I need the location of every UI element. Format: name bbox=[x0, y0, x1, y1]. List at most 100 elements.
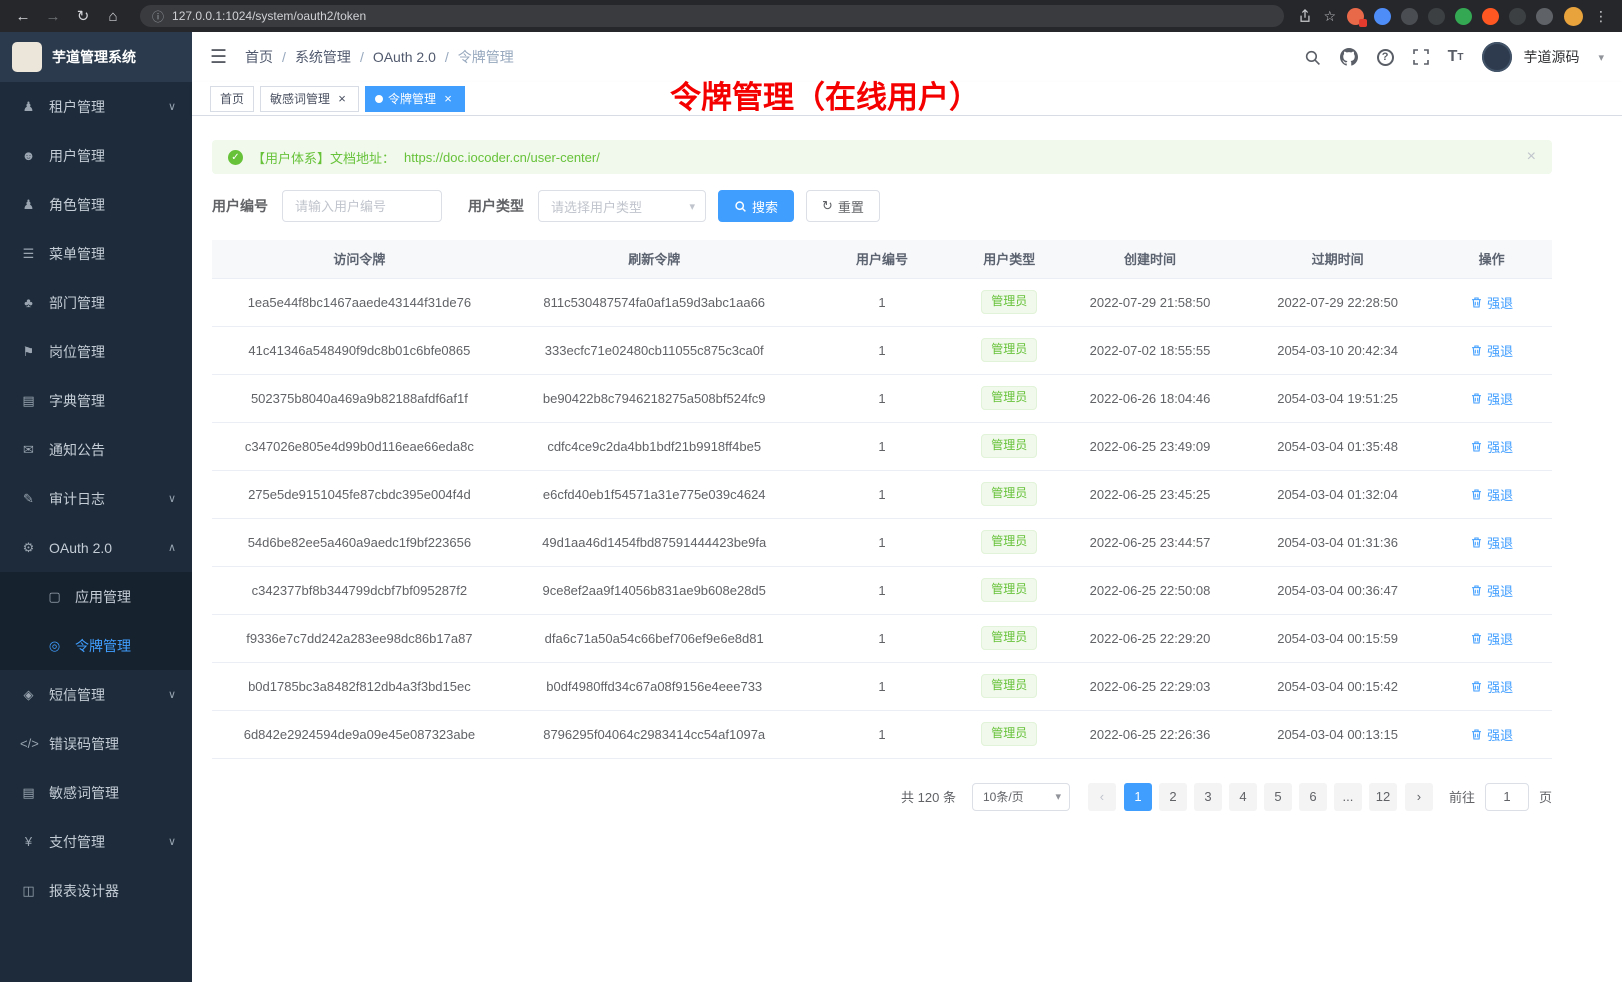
force-logout-button[interactable]: 强退 bbox=[1470, 629, 1513, 648]
page-button-5[interactable]: 5 bbox=[1264, 783, 1292, 811]
expire-time-cell: 2054-03-04 01:32:04 bbox=[1244, 470, 1432, 518]
extension-icon-2[interactable] bbox=[1374, 8, 1391, 25]
user-type-badge: 管理员 bbox=[981, 722, 1037, 746]
extension-icon-5[interactable] bbox=[1455, 8, 1472, 25]
sidebar-item-pay[interactable]: ¥ 支付管理 ∨ bbox=[0, 817, 192, 866]
sidebar-item-role[interactable]: ♟ 角色管理 bbox=[0, 180, 192, 229]
chevron-up-icon: ∧ bbox=[168, 541, 176, 554]
extension-icon-7[interactable] bbox=[1509, 8, 1526, 25]
force-logout-button[interactable]: 强退 bbox=[1470, 725, 1513, 744]
column-access-token: 访问令牌 bbox=[212, 240, 507, 278]
bookmark-star-icon[interactable]: ☆ bbox=[1323, 8, 1336, 25]
search-button[interactable]: 搜索 bbox=[718, 190, 794, 222]
font-size-icon[interactable]: TT bbox=[1448, 48, 1464, 66]
close-icon[interactable]: × bbox=[441, 91, 455, 106]
address-bar[interactable]: ⓘ 127.0.0.1:1024/system/oauth2/token bbox=[140, 5, 1284, 27]
close-icon[interactable]: × bbox=[1527, 148, 1536, 166]
sidebar-item-sms[interactable]: ◈ 短信管理 ∨ bbox=[0, 670, 192, 719]
browser-menu-icon[interactable]: ⋮ bbox=[1594, 8, 1608, 25]
access-token-cell: f9336e7c7dd242a283ee98dc86b17a87 bbox=[212, 614, 507, 662]
breadcrumb-item: 系统管理 / bbox=[295, 47, 364, 67]
page-button-12[interactable]: 12 bbox=[1369, 783, 1397, 811]
force-logout-button[interactable]: 强退 bbox=[1470, 341, 1513, 360]
breadcrumb-item: 令牌管理 bbox=[458, 47, 514, 67]
prev-page-button[interactable]: ‹ bbox=[1088, 783, 1116, 811]
back-icon[interactable]: ← bbox=[10, 4, 36, 28]
sidebar-item-oauth2-token[interactable]: ◎ 令牌管理 bbox=[0, 621, 192, 670]
home-icon[interactable]: ⌂ bbox=[100, 4, 126, 28]
browser-profile-avatar[interactable] bbox=[1564, 7, 1583, 26]
page-button-2[interactable]: 2 bbox=[1159, 783, 1187, 811]
share-icon[interactable] bbox=[1298, 9, 1312, 23]
sidebar-item-tenant[interactable]: ♟ 租户管理 ∨ bbox=[0, 82, 192, 131]
actions-cell: 强退 bbox=[1431, 566, 1552, 614]
extension-icon-1[interactable] bbox=[1347, 8, 1364, 25]
reload-icon[interactable]: ↻ bbox=[70, 4, 96, 28]
sidebar-item-dept[interactable]: ♣ 部门管理 bbox=[0, 278, 192, 327]
fullscreen-icon[interactable] bbox=[1413, 49, 1429, 65]
github-icon[interactable] bbox=[1340, 48, 1358, 66]
column-user-id: 用户编号 bbox=[802, 240, 963, 278]
sidebar-item-dict[interactable]: ▤ 字典管理 bbox=[0, 376, 192, 425]
goto-page-input[interactable] bbox=[1485, 783, 1529, 811]
force-logout-button[interactable]: 强退 bbox=[1470, 437, 1513, 456]
create-time-cell: 2022-06-25 23:44:57 bbox=[1056, 518, 1244, 566]
force-logout-button[interactable]: 强退 bbox=[1470, 533, 1513, 552]
tab-oauth2-token[interactable]: 令牌管理 × bbox=[365, 86, 465, 112]
create-time-cell: 2022-06-25 22:29:20 bbox=[1056, 614, 1244, 662]
reset-button[interactable]: ↻ 重置 bbox=[806, 190, 880, 222]
extension-icon-8[interactable] bbox=[1536, 8, 1553, 25]
sidebar-item-error-code[interactable]: </> 错误码管理 bbox=[0, 719, 192, 768]
sidebar-item-oauth2[interactable]: ⚙ OAuth 2.0 ∧ bbox=[0, 523, 192, 572]
caret-down-icon[interactable]: ▾ bbox=[1598, 51, 1604, 64]
delete-icon bbox=[1470, 680, 1483, 693]
actions-cell: 强退 bbox=[1431, 614, 1552, 662]
actions-cell: 强退 bbox=[1431, 470, 1552, 518]
close-icon[interactable]: × bbox=[335, 91, 349, 106]
sidebar-item-sensitive-word[interactable]: ▤ 敏感词管理 bbox=[0, 768, 192, 817]
column-create-time: 创建时间 bbox=[1056, 240, 1244, 278]
user-id-input[interactable] bbox=[282, 190, 442, 222]
page-size-select[interactable]: 10条/页 ▾ bbox=[972, 783, 1070, 811]
page-ellipsis[interactable]: ... bbox=[1334, 783, 1362, 811]
doc-link[interactable]: https://doc.iocoder.cn/user-center/ bbox=[404, 150, 600, 165]
sidebar-item-report-designer[interactable]: ◫ 报表设计器 bbox=[0, 866, 192, 915]
app-logo-bar[interactable]: 芋道管理系统 bbox=[0, 32, 192, 82]
create-time-cell: 2022-06-25 23:45:25 bbox=[1056, 470, 1244, 518]
next-page-button[interactable]: › bbox=[1405, 783, 1433, 811]
force-logout-button[interactable]: 强退 bbox=[1470, 581, 1513, 600]
user-type-cell: 管理员 bbox=[962, 374, 1056, 422]
sidebar-item-audit-log[interactable]: ✎ 审计日志 ∨ bbox=[0, 474, 192, 523]
tab-sensitive-word[interactable]: 敏感词管理 × bbox=[260, 86, 359, 112]
force-logout-button[interactable]: 强退 bbox=[1470, 485, 1513, 504]
user-avatar[interactable] bbox=[1482, 42, 1512, 72]
sidebar-item-notice[interactable]: ✉ 通知公告 bbox=[0, 425, 192, 474]
forward-icon[interactable]: → bbox=[40, 4, 66, 28]
token-table: 访问令牌 刷新令牌 用户编号 用户类型 创建时间 过期时间 操作 1ea5e44… bbox=[212, 240, 1552, 759]
force-logout-button[interactable]: 强退 bbox=[1470, 677, 1513, 696]
sidebar-item-menu[interactable]: ☰ 菜单管理 bbox=[0, 229, 192, 278]
extension-icon-6[interactable] bbox=[1482, 8, 1499, 25]
app-title: 芋道管理系统 bbox=[52, 47, 136, 67]
user-type-placeholder: 请选择用户类型 bbox=[551, 197, 642, 216]
user-name[interactable]: 芋道源码 bbox=[1523, 47, 1579, 67]
page-button-4[interactable]: 4 bbox=[1229, 783, 1257, 811]
chevron-down-icon: ∨ bbox=[168, 492, 176, 505]
hamburger-icon[interactable]: ☰ bbox=[210, 46, 227, 69]
user-type-select[interactable]: 请选择用户类型 ▾ bbox=[538, 190, 706, 222]
extension-icon-3[interactable] bbox=[1401, 8, 1418, 25]
help-icon[interactable]: ? bbox=[1377, 49, 1394, 66]
page-button-3[interactable]: 3 bbox=[1194, 783, 1222, 811]
sidebar-item-oauth2-app[interactable]: ▢ 应用管理 bbox=[0, 572, 192, 621]
sidebar-item-post[interactable]: ⚑ 岗位管理 bbox=[0, 327, 192, 376]
force-logout-button[interactable]: 强退 bbox=[1470, 293, 1513, 312]
page-button-6[interactable]: 6 bbox=[1299, 783, 1327, 811]
table-row: 1ea5e44f8bc1467aaede43144f31de76 811c530… bbox=[212, 278, 1552, 326]
extension-icon-4[interactable] bbox=[1428, 8, 1445, 25]
page-button-1[interactable]: 1 bbox=[1124, 783, 1152, 811]
site-info-icon[interactable]: ⓘ bbox=[152, 8, 164, 25]
search-icon[interactable] bbox=[1304, 49, 1321, 66]
sidebar-item-user[interactable]: ☻ 用户管理 bbox=[0, 131, 192, 180]
force-logout-button[interactable]: 强退 bbox=[1470, 389, 1513, 408]
tab-home[interactable]: 首页 bbox=[210, 86, 254, 112]
